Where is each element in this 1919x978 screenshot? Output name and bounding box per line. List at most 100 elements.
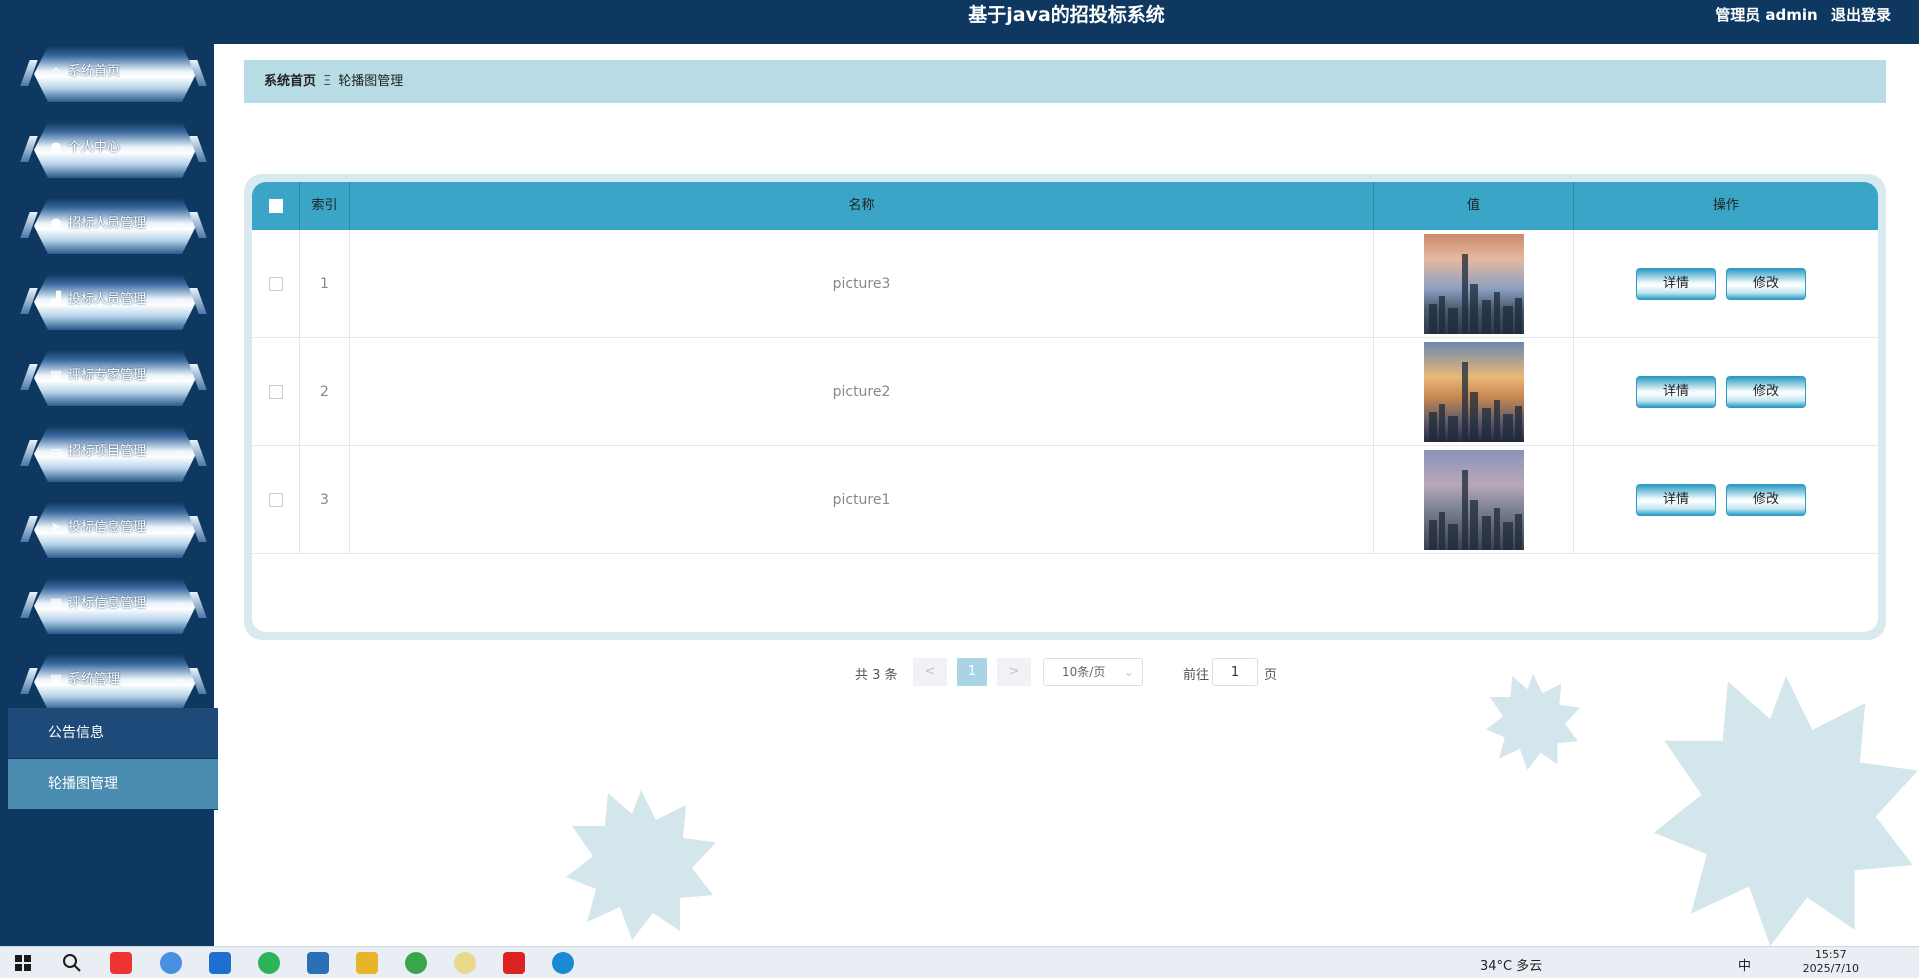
table-header: 索引 名称 值 操作 bbox=[252, 182, 1878, 230]
sidebar: ⌂ 系统首页 ● 个人中心 ⌄ ● 招标人员管理 ⌄ ▟ 投标人员管理 ⌄ ▦ 评标专家管理 ⌄ ▭ 招标项目… bbox=[0, 0, 218, 946]
prev-page-button[interactable]: < bbox=[913, 658, 947, 686]
breadcrumb-separator: Ξ bbox=[323, 74, 332, 89]
page-size-select[interactable]: 10条/页 ⌄ bbox=[1043, 658, 1143, 686]
weather-text[interactable]: 34°C 多云 bbox=[1480, 955, 1542, 974]
row-select-cell bbox=[252, 230, 300, 338]
folder-icon[interactable] bbox=[356, 952, 378, 974]
pagination-total: 共 3 条 bbox=[855, 668, 898, 683]
sidebar-item[interactable]: ▦ 评标信息管理 ⌄ bbox=[8, 574, 218, 650]
page-1-button[interactable]: 1 bbox=[957, 658, 987, 686]
sidebar-item[interactable]: ➤ 投标信息管理 ⌄ bbox=[8, 498, 218, 574]
monitor-icon: ▭ bbox=[49, 444, 63, 459]
wechat-icon[interactable] bbox=[258, 952, 280, 974]
data-table: 索引 名称 值 操作 1 picture3 详情 修改 2 picture2 详情 修改 3 pi… bbox=[252, 182, 1878, 632]
grid-icon: ▦ bbox=[49, 672, 63, 687]
decorative-star bbox=[566, 790, 716, 940]
table-row: 1 picture3 详情 修改 bbox=[252, 230, 1878, 338]
row-value-cell bbox=[1374, 338, 1574, 446]
data-table-container: 索引 名称 值 操作 1 picture3 详情 修改 2 picture2 详情 修改 3 pi… bbox=[244, 174, 1886, 640]
chevron-down-icon: ⌄ bbox=[174, 671, 185, 685]
sidebar-item-label: 系统首页 bbox=[68, 64, 121, 79]
row-select-cell bbox=[252, 446, 300, 554]
sidebar-item[interactable]: ▦ 评标专家管理 ⌄ bbox=[8, 346, 218, 422]
clock[interactable]: 15:57 2025/7/10 bbox=[1803, 948, 1859, 976]
column-header-value: 值 bbox=[1374, 182, 1574, 230]
sidebar-item-label: 招标人员管理 bbox=[68, 216, 147, 231]
logout-link[interactable]: 退出登录 bbox=[1831, 6, 1891, 24]
row-name: picture2 bbox=[350, 338, 1374, 446]
sidebar-item-label: 评标专家管理 bbox=[68, 368, 147, 383]
sidebar-item-label: 系统管理 bbox=[68, 672, 121, 687]
admin-label: 管理员 admin bbox=[1715, 6, 1818, 24]
sidebar-item-label: 评标信息管理 bbox=[68, 596, 147, 611]
row-actions-cell: 详情 修改 bbox=[1574, 338, 1878, 446]
row-value-cell bbox=[1374, 446, 1574, 554]
edit-button[interactable]: 修改 bbox=[1726, 268, 1806, 300]
app-icon[interactable] bbox=[160, 952, 182, 974]
intellij-icon[interactable] bbox=[503, 952, 525, 974]
column-header-index: 索引 bbox=[300, 182, 350, 230]
user-icon: ● bbox=[50, 140, 62, 155]
sidebar-item[interactable]: ● 个人中心 ⌄ bbox=[8, 118, 218, 194]
chevron-down-icon: ⌄ bbox=[174, 595, 185, 609]
sidebar-item[interactable]: ⌂ 系统首页 bbox=[8, 42, 218, 118]
sidebar-item[interactable]: ▭ 招标项目管理 ⌄ bbox=[8, 422, 218, 498]
table-row: 2 picture2 详情 修改 bbox=[252, 338, 1878, 446]
carousel-thumbnail-image[interactable] bbox=[1424, 342, 1524, 442]
chevron-down-icon: ⌄ bbox=[174, 367, 185, 381]
submenu-item[interactable]: 公告信息 bbox=[8, 708, 218, 759]
ie-icon[interactable] bbox=[405, 952, 427, 974]
app-icon[interactable] bbox=[454, 952, 476, 974]
sidebar-item[interactable]: ● 招标人员管理 ⌄ bbox=[8, 194, 218, 270]
sidebar-item-label: 个人中心 bbox=[68, 140, 121, 155]
decorative-star bbox=[1486, 674, 1580, 770]
user-area: 管理员 admin 退出登录 bbox=[1707, 4, 1891, 25]
windows-start-icon[interactable] bbox=[12, 952, 34, 974]
breadcrumb-home[interactable]: 系统首页 bbox=[264, 74, 316, 89]
chevron-down-icon: ⌄ bbox=[174, 443, 185, 457]
chevron-down-icon: ⌄ bbox=[174, 519, 185, 533]
side-menu: ⌂ 系统首页 ● 个人中心 ⌄ ● 招标人员管理 ⌄ ▟ 投标人员管理 ⌄ ▦ 评标专家管理 ⌄ ▭ 招标项目… bbox=[8, 42, 218, 726]
detail-button[interactable]: 详情 bbox=[1636, 484, 1716, 516]
row-select-cell bbox=[252, 338, 300, 446]
row-name: picture1 bbox=[350, 446, 1374, 554]
send-icon: ➤ bbox=[50, 520, 62, 535]
edit-button[interactable]: 修改 bbox=[1726, 484, 1806, 516]
row-name: picture3 bbox=[350, 230, 1374, 338]
ime-indicator[interactable]: 中 bbox=[1738, 955, 1751, 974]
next-page-button[interactable]: > bbox=[997, 658, 1031, 686]
pycharm-icon[interactable] bbox=[209, 952, 231, 974]
goto-label: 前往 bbox=[1183, 668, 1210, 683]
table-row: 3 picture1 详情 修改 bbox=[252, 446, 1878, 554]
row-index: 3 bbox=[300, 446, 350, 554]
row-actions-cell: 详情 修改 bbox=[1574, 446, 1878, 554]
goto-page-input[interactable] bbox=[1212, 658, 1258, 686]
wps-icon[interactable] bbox=[110, 952, 132, 974]
top-header: 基于java的招投标系统 管理员 admin 退出登录 bbox=[214, 0, 1919, 44]
row-index: 2 bbox=[300, 338, 350, 446]
sidebar-item-label: 投标人员管理 bbox=[68, 292, 147, 307]
edit-button[interactable]: 修改 bbox=[1726, 376, 1806, 408]
carousel-thumbnail-image[interactable] bbox=[1424, 234, 1524, 334]
select-all-cell bbox=[252, 182, 300, 230]
sidebar-item[interactable]: ▟ 投标人员管理 ⌄ bbox=[8, 270, 218, 346]
submenu-item[interactable]: 轮播图管理 bbox=[8, 759, 218, 810]
clock-date: 2025/7/10 bbox=[1802, 962, 1859, 975]
row-checkbox[interactable] bbox=[268, 493, 283, 507]
breadcrumb: 系统首页 Ξ 轮播图管理 bbox=[244, 60, 1886, 103]
detail-button[interactable]: 详情 bbox=[1636, 268, 1716, 300]
sidebar-item-label: 投标信息管理 bbox=[68, 520, 147, 535]
row-value-cell bbox=[1374, 230, 1574, 338]
row-index: 1 bbox=[300, 230, 350, 338]
grid-icon: ▦ bbox=[49, 368, 63, 383]
carousel-thumbnail-image[interactable] bbox=[1424, 450, 1524, 550]
search-icon[interactable] bbox=[61, 952, 83, 974]
chevron-down-icon: ⌄ bbox=[174, 215, 185, 229]
decorative-star bbox=[1654, 676, 1918, 946]
detail-button[interactable]: 详情 bbox=[1636, 376, 1716, 408]
store-icon[interactable] bbox=[307, 952, 329, 974]
edge-icon[interactable] bbox=[552, 952, 574, 974]
select-all-checkbox[interactable] bbox=[268, 198, 283, 213]
row-checkbox[interactable] bbox=[268, 277, 283, 291]
row-checkbox[interactable] bbox=[268, 385, 283, 399]
